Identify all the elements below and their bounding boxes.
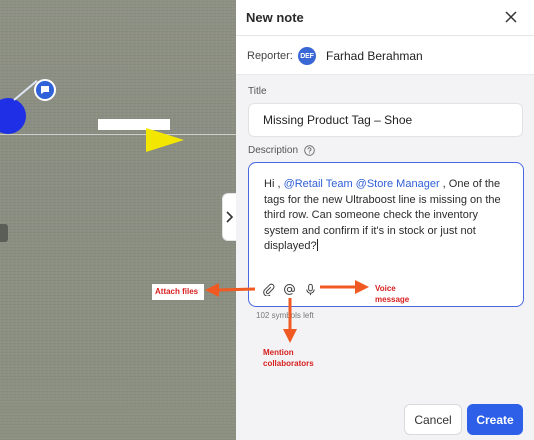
description-greeting: Hi ,: [264, 178, 284, 190]
new-note-panel: New note Reporter: DEF Farhad Berahman T…: [236, 0, 534, 440]
attach-button[interactable]: [261, 282, 275, 296]
create-button[interactable]: Create: [467, 404, 523, 435]
mention-store-manager[interactable]: @Store Manager: [356, 178, 440, 190]
ground-line: [0, 134, 236, 135]
annotation-mention-line2: collaborators: [263, 359, 314, 368]
annotation-mention-collaborators: Mention collaborators: [263, 347, 314, 369]
annotation-voice-line1: Voice: [375, 284, 396, 293]
mention-retail-team[interactable]: @Retail Team: [284, 178, 353, 190]
paperclip-icon: [262, 283, 274, 296]
point-cloud-viewer[interactable]: [0, 0, 236, 440]
reporter-label: Reporter:: [247, 50, 293, 62]
annotation-voice-message: Voice message: [375, 283, 409, 305]
reporter-row: Reporter: DEF Farhad Berahman: [236, 36, 534, 75]
help-icon[interactable]: [304, 145, 315, 156]
annotation-voice-line2: message: [375, 295, 410, 304]
blue-marker[interactable]: [0, 98, 26, 134]
microphone-icon: [305, 283, 315, 295]
description-text[interactable]: Hi , @Retail Team @Store Manager , One o…: [264, 177, 514, 255]
panel-header: New note: [236, 0, 534, 36]
panel-toggle-button[interactable]: [222, 193, 236, 241]
close-icon: [505, 11, 517, 23]
annotation-mention-line1: Mention: [263, 348, 294, 357]
text-caret: [316, 239, 318, 251]
annotation-attach-files: Attach files: [152, 284, 204, 300]
mention-button[interactable]: [282, 282, 296, 296]
avatar: DEF: [298, 47, 316, 65]
chevron-right-icon: [226, 211, 234, 223]
camera-direction-marker: [146, 128, 184, 152]
title-input[interactable]: Missing Product Tag – Shoe: [248, 103, 523, 137]
panel-title: New note: [246, 10, 304, 25]
voice-message-button[interactable]: [303, 282, 317, 296]
title-label: Title: [248, 86, 267, 97]
note-pin-icon[interactable]: [34, 79, 56, 101]
description-label: Description: [248, 145, 299, 156]
side-handle[interactable]: [0, 224, 8, 242]
reporter-name: Farhad Berahman: [326, 49, 423, 63]
close-button[interactable]: [503, 9, 519, 25]
cancel-button[interactable]: Cancel: [404, 404, 462, 435]
symbols-counter: 102 symbols left: [256, 311, 314, 320]
at-sign-icon: [283, 283, 295, 295]
